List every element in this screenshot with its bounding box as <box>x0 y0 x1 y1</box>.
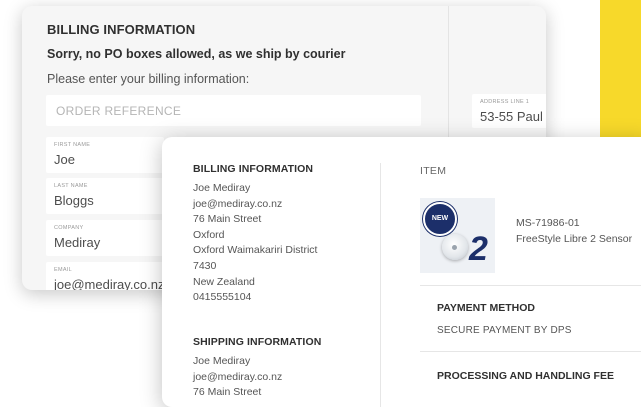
item-column-header: ITEM <box>420 165 447 177</box>
shipping-street: 76 Main Street <box>193 386 262 399</box>
billing-district: Oxford Waimakariri District <box>193 244 318 257</box>
shipping-info-heading: SHIPPING INFORMATION <box>193 336 322 348</box>
last-name-value: Bloggs <box>54 193 94 208</box>
payment-method-value: SECURE PAYMENT BY DPS <box>437 325 572 336</box>
po-box-notice: Sorry, no PO boxes allowed, as we ship b… <box>47 47 346 61</box>
first-name-value: Joe <box>54 152 75 167</box>
billing-form-title: BILLING INFORMATION <box>47 22 196 37</box>
section-divider <box>420 351 641 352</box>
billing-street: 76 Main Street <box>193 213 262 226</box>
new-badge: NEW <box>423 202 457 236</box>
last-name-label: LAST NAME <box>54 183 88 189</box>
billing-address-block: Joe Mediray joe@mediray.co.nz 76 Main St… <box>193 181 317 306</box>
order-summary-card: BILLING INFORMATION Joe Mediray joe@medi… <box>162 137 641 407</box>
company-label: COMPANY <box>54 225 84 231</box>
product-sku: MS-71986-01 <box>516 217 580 229</box>
product-name[interactable]: FreeStyle Libre 2 Sensor <box>516 233 632 245</box>
shipping-address-block: Joe Mediray joe@mediray.co.nz 76 Main St… <box>193 354 282 401</box>
last-name-field[interactable]: LAST NAME Bloggs <box>46 178 164 214</box>
first-name-field[interactable]: FIRST NAME Joe <box>46 137 164 173</box>
shipping-name: Joe Mediray <box>193 355 251 367</box>
billing-prompt: Please enter your billing information: <box>47 72 250 86</box>
company-field[interactable]: COMPANY Mediray <box>46 220 164 256</box>
order-reference-placeholder: ORDER REFERENCE <box>56 104 182 118</box>
billing-info-heading: BILLING INFORMATION <box>193 163 314 175</box>
company-value: Mediray <box>54 235 101 250</box>
order-reference-input[interactable]: ORDER REFERENCE <box>46 95 421 126</box>
section-divider <box>420 285 641 286</box>
address-line-1-label: ADDRESS LINE 1 <box>480 99 530 105</box>
billing-name: Joe Mediray <box>193 182 251 194</box>
product-number-mark: 2 <box>469 230 488 268</box>
billing-email: joe@mediray.co.nz <box>193 197 283 210</box>
sensor-center-icon <box>452 245 457 250</box>
billing-town: Oxford <box>193 228 225 241</box>
billing-country: New Zealand <box>193 275 255 288</box>
email-label: EMAIL <box>54 267 73 273</box>
billing-phone: 0415555104 <box>193 291 252 304</box>
processing-fee-heading: PROCESSING AND HANDLING FEE <box>437 370 614 382</box>
product-thumbnail[interactable]: NEW 2 <box>420 198 495 273</box>
payment-method-heading: PAYMENT METHOD <box>437 302 536 314</box>
billing-postcode: 7430 <box>193 259 217 272</box>
address-line-1-value: 53-55 Paul M <box>480 109 546 124</box>
email-field[interactable]: EMAIL joe@mediray.co.nz <box>46 262 165 290</box>
address-line-1-field[interactable]: ADDRESS LINE 1 53-55 Paul M <box>472 94 546 128</box>
email-value: joe@mediray.co.nz <box>54 277 165 290</box>
column-divider <box>380 163 381 407</box>
first-name-label: FIRST NAME <box>54 142 91 148</box>
shipping-email: joe@mediray.co.nz <box>193 370 283 383</box>
